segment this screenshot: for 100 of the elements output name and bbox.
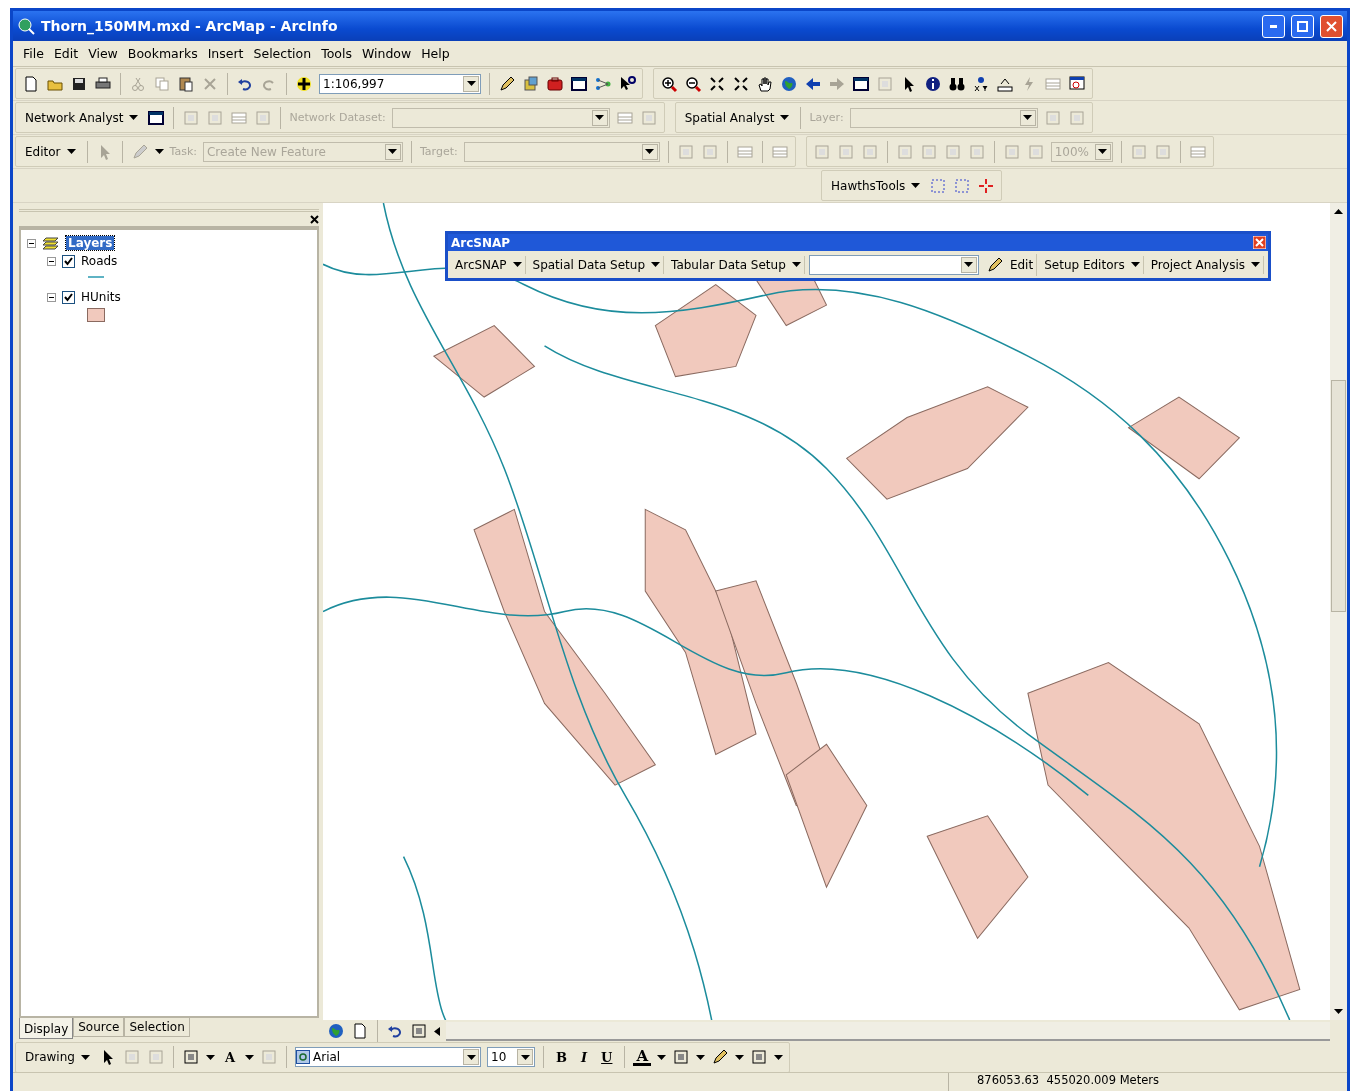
toolbar-title: ArcSNAP [451,235,511,250]
zoom-in-icon[interactable] [660,74,678,93]
menu-button[interactable]: Spatial Data Setup [529,255,665,274]
go-to-xy-icon[interactable] [972,74,990,93]
menu-button[interactable]: Setup Editors [1041,255,1144,274]
caret-icon [780,115,790,120]
network-analyst-menu[interactable]: Network Analyst [22,108,142,127]
help-pointer-icon[interactable] [618,74,636,93]
spatial-analyst-menu[interactable]: Spatial Analyst [681,108,793,127]
layer-name[interactable]: Roads [81,254,118,268]
collapse-icon[interactable] [47,256,56,266]
caret-icon [735,1054,745,1060]
collapse-icon[interactable] [27,238,36,248]
window-title: Thorn_150MM.mxd - ArcMap - ArcInfo [41,18,339,34]
caret-icon [1130,262,1140,267]
add-data-icon[interactable] [295,74,313,93]
caret-icon [245,1054,254,1060]
globe-icon[interactable] [780,74,798,93]
scroll-up-icon[interactable] [1334,209,1343,214]
caret-icon [512,262,522,267]
command-window-icon[interactable] [570,74,588,93]
menu-item[interactable]: Tools [321,46,352,61]
caret-icon [154,149,164,154]
collapse-icon[interactable] [47,292,56,302]
select-box-icon[interactable] [929,176,948,195]
caret-icon [129,115,139,120]
edit-button[interactable]: Edit [982,253,1038,276]
fixed-zoom-in-icon[interactable] [708,74,726,93]
caret-icon [205,1054,215,1060]
new-document-icon[interactable] [22,74,40,93]
zoom-out-icon[interactable] [684,74,702,93]
close-button[interactable] [1320,14,1343,38]
tab[interactable]: Display [19,1018,74,1039]
app-icon [17,17,35,35]
field-label: Target: [419,145,458,158]
scroll-down-icon[interactable] [1334,1009,1343,1014]
menu-item[interactable]: Insert [207,46,244,61]
caret-icon [911,183,921,188]
menu-item[interactable]: Bookmarks [127,46,198,61]
font-color-button[interactable]: A [633,1048,652,1066]
minimize-icon [1270,24,1277,28]
menu-item[interactable]: Edit [53,46,79,61]
menu-item[interactable]: Selection [253,46,312,61]
minimize-button[interactable] [1262,14,1285,38]
checkbox[interactable] [62,254,75,268]
coordinates-readout: 876053.63 455020.009 Meters [948,1073,1347,1091]
dropdown-icon [520,1054,530,1060]
catalog-icon[interactable] [522,74,540,93]
font-icon [296,1050,310,1064]
crosshair-icon[interactable] [977,176,996,195]
scroll-left-icon[interactable] [434,1026,440,1036]
editor-menu[interactable]: Editor [22,142,79,161]
caret-icon [791,262,801,267]
checkbox[interactable] [62,290,75,304]
bold-button[interactable]: B [552,1049,571,1065]
toolbox-icon[interactable] [546,74,564,93]
line-color-icon[interactable] [711,1048,730,1066]
underline-button[interactable]: U [597,1049,617,1065]
font-size-combo[interactable]: 10 [487,1047,535,1067]
edit-pencil-icon[interactable] [985,255,1004,274]
dropdown-icon [595,115,605,120]
font-combo[interactable]: Arial [295,1047,481,1067]
menu-button[interactable]: Tabular Data Setup [668,255,805,274]
data-view-icon[interactable] [327,1022,345,1040]
rectangle-icon[interactable] [181,1048,200,1066]
text-tool-button[interactable]: A [220,1049,239,1065]
close-icon [1326,20,1337,32]
menu-item[interactable]: File [23,46,44,61]
tab[interactable]: Source [73,1018,125,1037]
viewer-window-icon[interactable] [1068,74,1086,93]
dropdown-icon [1023,115,1033,120]
editor-icon[interactable] [498,74,516,93]
layer-name[interactable]: HUnits [81,290,121,304]
caret-icon [1251,262,1260,267]
paste-icon[interactable] [177,74,195,93]
menu-item[interactable]: Help [421,46,450,61]
dropdown-icon [466,1054,476,1060]
dropdown-field[interactable] [808,254,979,275]
close-icon[interactable] [310,214,319,224]
scale-combo[interactable]: 1:106,997 [319,73,481,94]
drawing-menu[interactable]: Drawing [22,1048,93,1066]
dropdown-icon [645,149,655,154]
tab[interactable]: Selection [124,1018,190,1037]
horizontal-scrollbar[interactable] [446,1021,1330,1041]
maximize-button[interactable] [1291,14,1314,38]
layers-icon [42,236,60,250]
sketch-pencil-icon[interactable] [130,142,149,161]
scrollbar-thumb[interactable] [1331,380,1346,612]
fixed-zoom-out-icon[interactable] [732,74,750,93]
italic-button[interactable]: I [577,1049,592,1065]
tree-item[interactable]: Layers [66,236,115,250]
caret-icon [657,1054,667,1060]
menu-button[interactable]: Project Analysis [1147,255,1264,274]
menu-item[interactable]: View [88,46,118,61]
fill-symbol [87,308,105,322]
pan-icon[interactable] [756,74,774,93]
menu-item[interactable]: Window [361,46,412,61]
identify-icon[interactable] [924,74,942,93]
menu-button[interactable]: ArcSNAP [452,255,526,274]
caret-icon [80,1054,90,1060]
